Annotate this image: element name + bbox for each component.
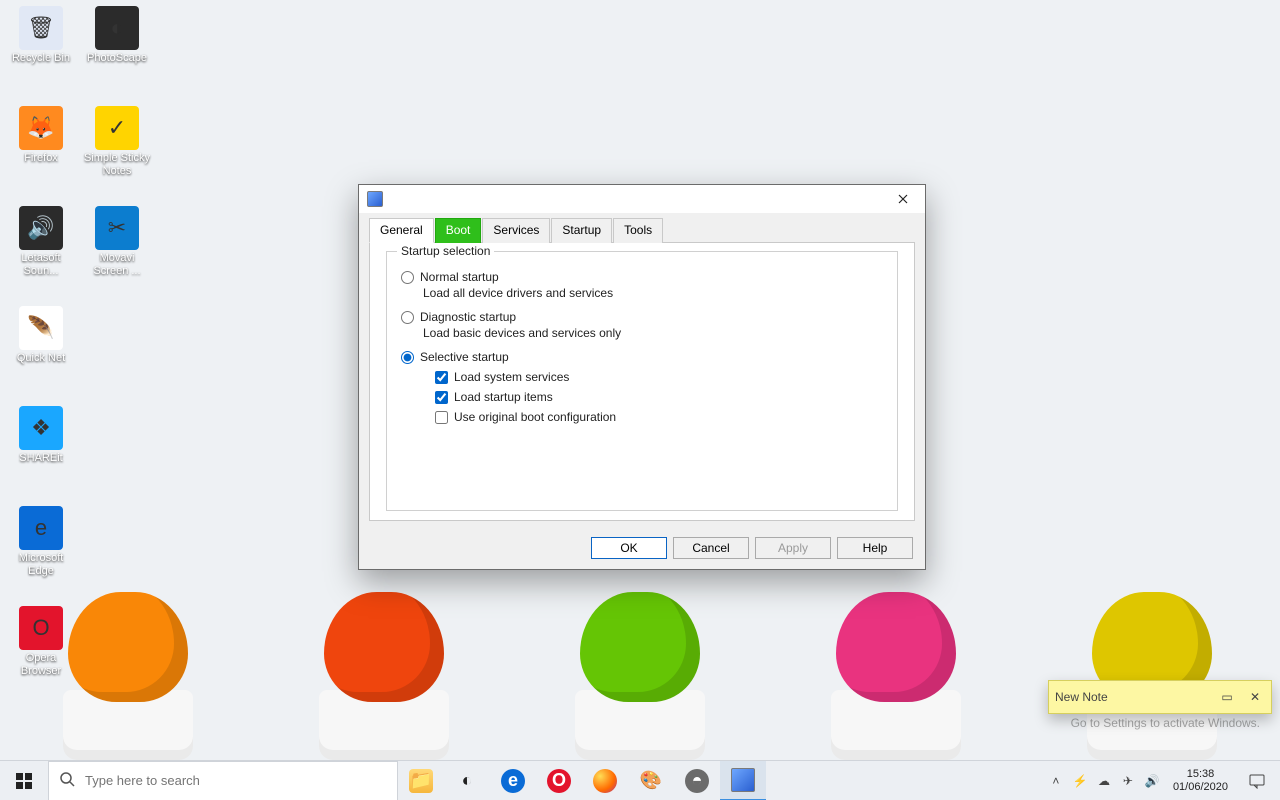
close-icon	[898, 194, 908, 204]
dialog-button-row: OK Cancel Apply Help	[591, 537, 913, 559]
dialog-titlebar[interactable]	[359, 185, 925, 213]
diagnostic-desc: Load basic devices and services only	[423, 326, 883, 340]
tray-battery-icon[interactable]: ⚡	[1071, 774, 1089, 788]
desktop-icon[interactable]: ✓Simple Sticky Notes	[82, 106, 152, 204]
dialog-tabs: GeneralBootServicesStartupTools	[369, 217, 915, 243]
taskbar-opera[interactable]: O	[536, 761, 582, 800]
search-icon	[59, 771, 75, 790]
msconfig-dialog: GeneralBootServicesStartupTools Startup …	[358, 184, 926, 570]
check-load-system-services[interactable]: Load system services	[435, 370, 883, 384]
desktop-icons: 🗑Recycle Bin◐PhotoScape🦊Firefox✓Simple S…	[6, 6, 152, 704]
sticky-maximize-icon[interactable]: ▭	[1217, 690, 1237, 704]
desktop-icon[interactable]: 🔊Letasoft Soun...	[6, 206, 76, 304]
action-center-icon[interactable]	[1240, 761, 1274, 800]
radio-normal-startup[interactable]: Normal startup	[401, 270, 883, 284]
tab-general[interactable]: General	[369, 218, 434, 243]
general-panel: Startup selection Normal startup Load al…	[369, 243, 915, 521]
sticky-title: New Note	[1055, 690, 1108, 704]
tab-boot[interactable]: Boot	[435, 218, 482, 243]
taskbar-photoscape[interactable]: ◐	[444, 761, 490, 800]
desktop-icon[interactable]: 🪶Quick Net	[6, 306, 76, 404]
desktop-icon[interactable]: ❖SHAREit	[6, 406, 76, 504]
check-use-original-boot[interactable]: Use original boot configuration	[435, 410, 883, 424]
start-button[interactable]	[0, 761, 48, 800]
cancel-button[interactable]: Cancel	[673, 537, 749, 559]
tray-volume-icon[interactable]: 🔊	[1143, 774, 1161, 788]
taskbar: 📁 ◐ e O 🎨 ◓ ˄ ⚡ ☁ ✈ 🔊 15:38 01/06/2020	[0, 760, 1280, 800]
taskbar-edge[interactable]: e	[490, 761, 536, 800]
radio-selective-startup[interactable]: Selective startup	[401, 350, 883, 364]
taskbar-app[interactable]: ◓	[674, 761, 720, 800]
desktop-icon[interactable]: OOpera Browser	[6, 606, 76, 704]
windows-icon	[16, 773, 32, 789]
sticky-close-icon[interactable]: ✕	[1245, 690, 1265, 704]
tray-airplane-icon[interactable]: ✈	[1119, 774, 1137, 788]
taskbar-firefox[interactable]	[582, 761, 628, 800]
tab-services[interactable]: Services	[482, 218, 550, 243]
desktop-icon[interactable]: ✂Movavi Screen ...	[82, 206, 152, 304]
taskbar-apps: 📁 ◐ e O 🎨 ◓	[398, 761, 766, 800]
apply-button[interactable]: Apply	[755, 537, 831, 559]
taskbar-paint[interactable]: 🎨	[628, 761, 674, 800]
desktop-icon[interactable]: eMicrosoft Edge	[6, 506, 76, 604]
help-button[interactable]: Help	[837, 537, 913, 559]
tab-startup[interactable]: Startup	[551, 218, 612, 243]
ok-button[interactable]: OK	[591, 537, 667, 559]
tray-onedrive-icon[interactable]: ☁	[1095, 774, 1113, 788]
desktop-icon[interactable]: 🦊Firefox	[6, 106, 76, 204]
check-load-startup-items[interactable]: Load startup items	[435, 390, 883, 404]
radio-diagnostic-startup[interactable]: Diagnostic startup	[401, 310, 883, 324]
taskbar-search[interactable]	[48, 761, 398, 800]
desktop-icon[interactable]: ◐PhotoScape	[82, 6, 152, 104]
tray-chevron-icon[interactable]: ˄	[1047, 774, 1065, 788]
desktop-icon[interactable]: 🗑Recycle Bin	[6, 6, 76, 104]
search-input[interactable]	[85, 773, 387, 788]
taskbar-file-explorer[interactable]: 📁	[398, 761, 444, 800]
taskbar-clock[interactable]: 15:38 01/06/2020	[1167, 768, 1234, 794]
tab-tools[interactable]: Tools	[613, 218, 663, 243]
system-tray: ˄ ⚡ ☁ ✈ 🔊 15:38 01/06/2020	[1047, 761, 1280, 800]
system-icon	[367, 191, 383, 207]
normal-desc: Load all device drivers and services	[423, 286, 883, 300]
taskbar-msconfig[interactable]	[720, 761, 766, 800]
group-title: Startup selection	[397, 244, 494, 258]
close-button[interactable]	[885, 188, 921, 210]
sticky-note[interactable]: New Note ▭ ✕	[1048, 680, 1272, 714]
wallpaper-cacti	[0, 570, 1280, 760]
